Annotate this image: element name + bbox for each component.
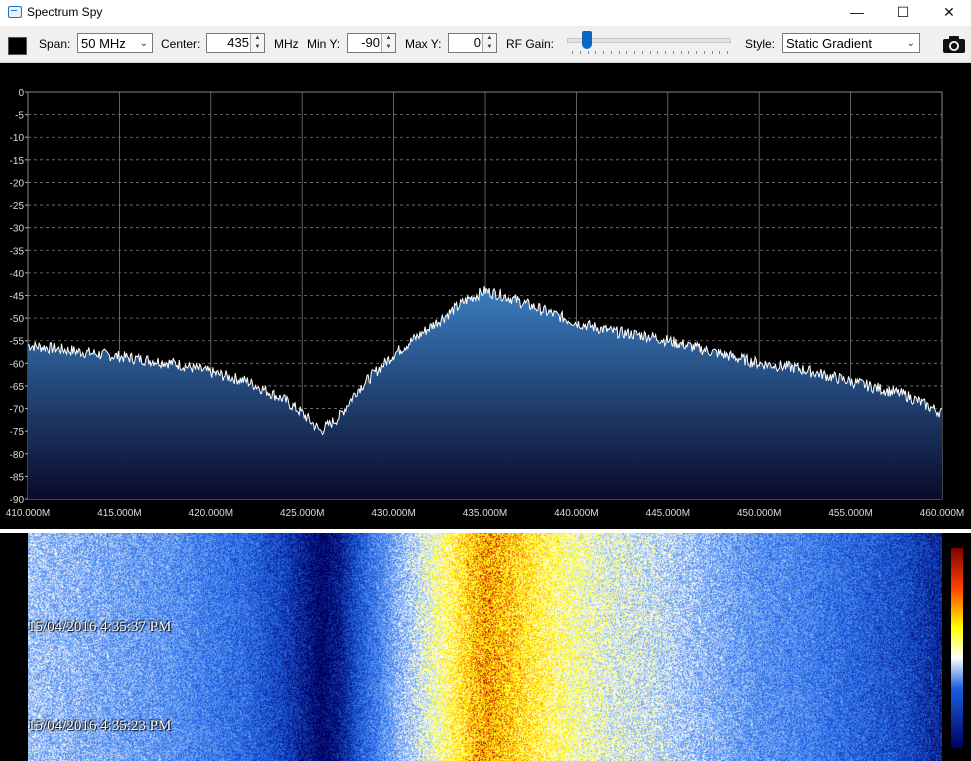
y-tick-label: -60 — [10, 359, 25, 370]
spin-up-icon[interactable]: ▲ — [251, 34, 264, 43]
waterfall-timestamp: 15/04/2016 4:35:37 PM — [28, 619, 171, 636]
span-label: Span: — [39, 37, 70, 51]
close-button[interactable]: ✕ — [926, 0, 971, 26]
y-tick-label: -85 — [10, 472, 25, 483]
span-select[interactable]: 50 MHz ⌄ — [77, 33, 153, 53]
rfgain-slider-ticks — [572, 51, 727, 55]
center-stepper[interactable]: 435 ▲▼ — [206, 33, 265, 53]
y-tick-label: -80 — [10, 450, 25, 461]
rfgain-label: RF Gain: — [506, 37, 554, 51]
center-unit: MHz — [274, 37, 299, 51]
x-tick-label: 415.000M — [97, 508, 141, 519]
x-tick-label: 425.000M — [280, 508, 324, 519]
spectrum-chart: 0 -5 -10 -15 -20 -25 -30 -35 -40 -45 -50 -55 -60 -65 -… — [0, 63, 971, 529]
y-tick-label: -45 — [10, 292, 25, 303]
color-swatch-button[interactable] — [8, 37, 27, 55]
maximize-button[interactable]: ☐ — [880, 0, 926, 26]
y-tick-label: -50 — [10, 314, 25, 325]
y-tick-label: -55 — [10, 337, 25, 348]
style-select[interactable]: Static Gradient ⌄ — [782, 33, 920, 53]
y-tick-label: -40 — [10, 269, 25, 280]
y-tick-label: 0 — [18, 88, 24, 99]
miny-value: -90 — [361, 35, 380, 50]
miny-stepper[interactable]: -90 ▲▼ — [347, 33, 396, 53]
spectrum-chart-svg: 0 -5 -10 -15 -20 -25 -30 -35 -40 -45 -50 -55 -60 -65 -… — [0, 63, 971, 529]
title-bar: Spectrum Spy — ☐ ✕ — [0, 0, 971, 26]
waterfall-display: 15/04/2016 4:35:37 PM 15/04/2016 4:35:23… — [0, 533, 971, 761]
y-tick-label: -70 — [10, 405, 25, 416]
waterfall-timestamp: 15/04/2016 4:35:23 PM — [28, 718, 171, 735]
span-select-value: 50 MHz — [81, 36, 126, 51]
app-icon — [8, 6, 22, 18]
spin-down-icon[interactable]: ▼ — [382, 43, 395, 52]
waterfall-colorbar — [951, 548, 963, 748]
rfgain-slider-thumb[interactable] — [582, 31, 592, 49]
y-tick-label: -25 — [10, 201, 25, 212]
x-tick-label: 430.000M — [371, 508, 415, 519]
y-tick-label: -90 — [10, 495, 25, 506]
camera-icon[interactable] — [942, 34, 966, 54]
y-tick-label: -10 — [10, 133, 25, 144]
spin-up-icon[interactable]: ▲ — [483, 34, 496, 43]
x-tick-label: 440.000M — [554, 508, 598, 519]
spin-up-icon[interactable]: ▲ — [382, 34, 395, 43]
spin-down-icon[interactable]: ▼ — [483, 43, 496, 52]
toolbar: Span: 50 MHz ⌄ Center: 435 ▲▼ MHz Min Y:… — [0, 26, 971, 63]
x-tick-label: 410.000M — [6, 508, 50, 519]
minimize-button[interactable]: — — [834, 0, 880, 26]
chevron-down-icon: ⌄ — [907, 34, 915, 54]
y-tick-label: -75 — [10, 427, 25, 438]
chevron-down-icon: ⌄ — [140, 34, 148, 54]
center-label: Center: — [161, 37, 200, 51]
y-tick-label: -20 — [10, 178, 25, 189]
maxy-value: 0 — [474, 35, 481, 50]
x-tick-label: 445.000M — [646, 508, 690, 519]
y-tick-label: -5 — [15, 111, 24, 122]
miny-label: Min Y: — [307, 37, 340, 51]
y-tick-label: -30 — [10, 224, 25, 235]
x-tick-label: 460.000M — [920, 508, 964, 519]
window-title: Spectrum Spy — [27, 5, 102, 19]
style-label: Style: — [745, 37, 775, 51]
y-tick-label: -65 — [10, 382, 25, 393]
x-tick-label: 420.000M — [189, 508, 233, 519]
style-select-value: Static Gradient — [786, 36, 872, 51]
y-tick-label: -35 — [10, 246, 25, 257]
center-value: 435 — [227, 35, 249, 50]
x-tick-label: 450.000M — [737, 508, 781, 519]
x-tick-label: 455.000M — [828, 508, 872, 519]
y-tick-label: -15 — [10, 156, 25, 167]
maxy-stepper[interactable]: 0 ▲▼ — [448, 33, 497, 53]
spin-down-icon[interactable]: ▼ — [251, 43, 264, 52]
x-tick-label: 435.000M — [463, 508, 507, 519]
maxy-label: Max Y: — [405, 37, 441, 51]
